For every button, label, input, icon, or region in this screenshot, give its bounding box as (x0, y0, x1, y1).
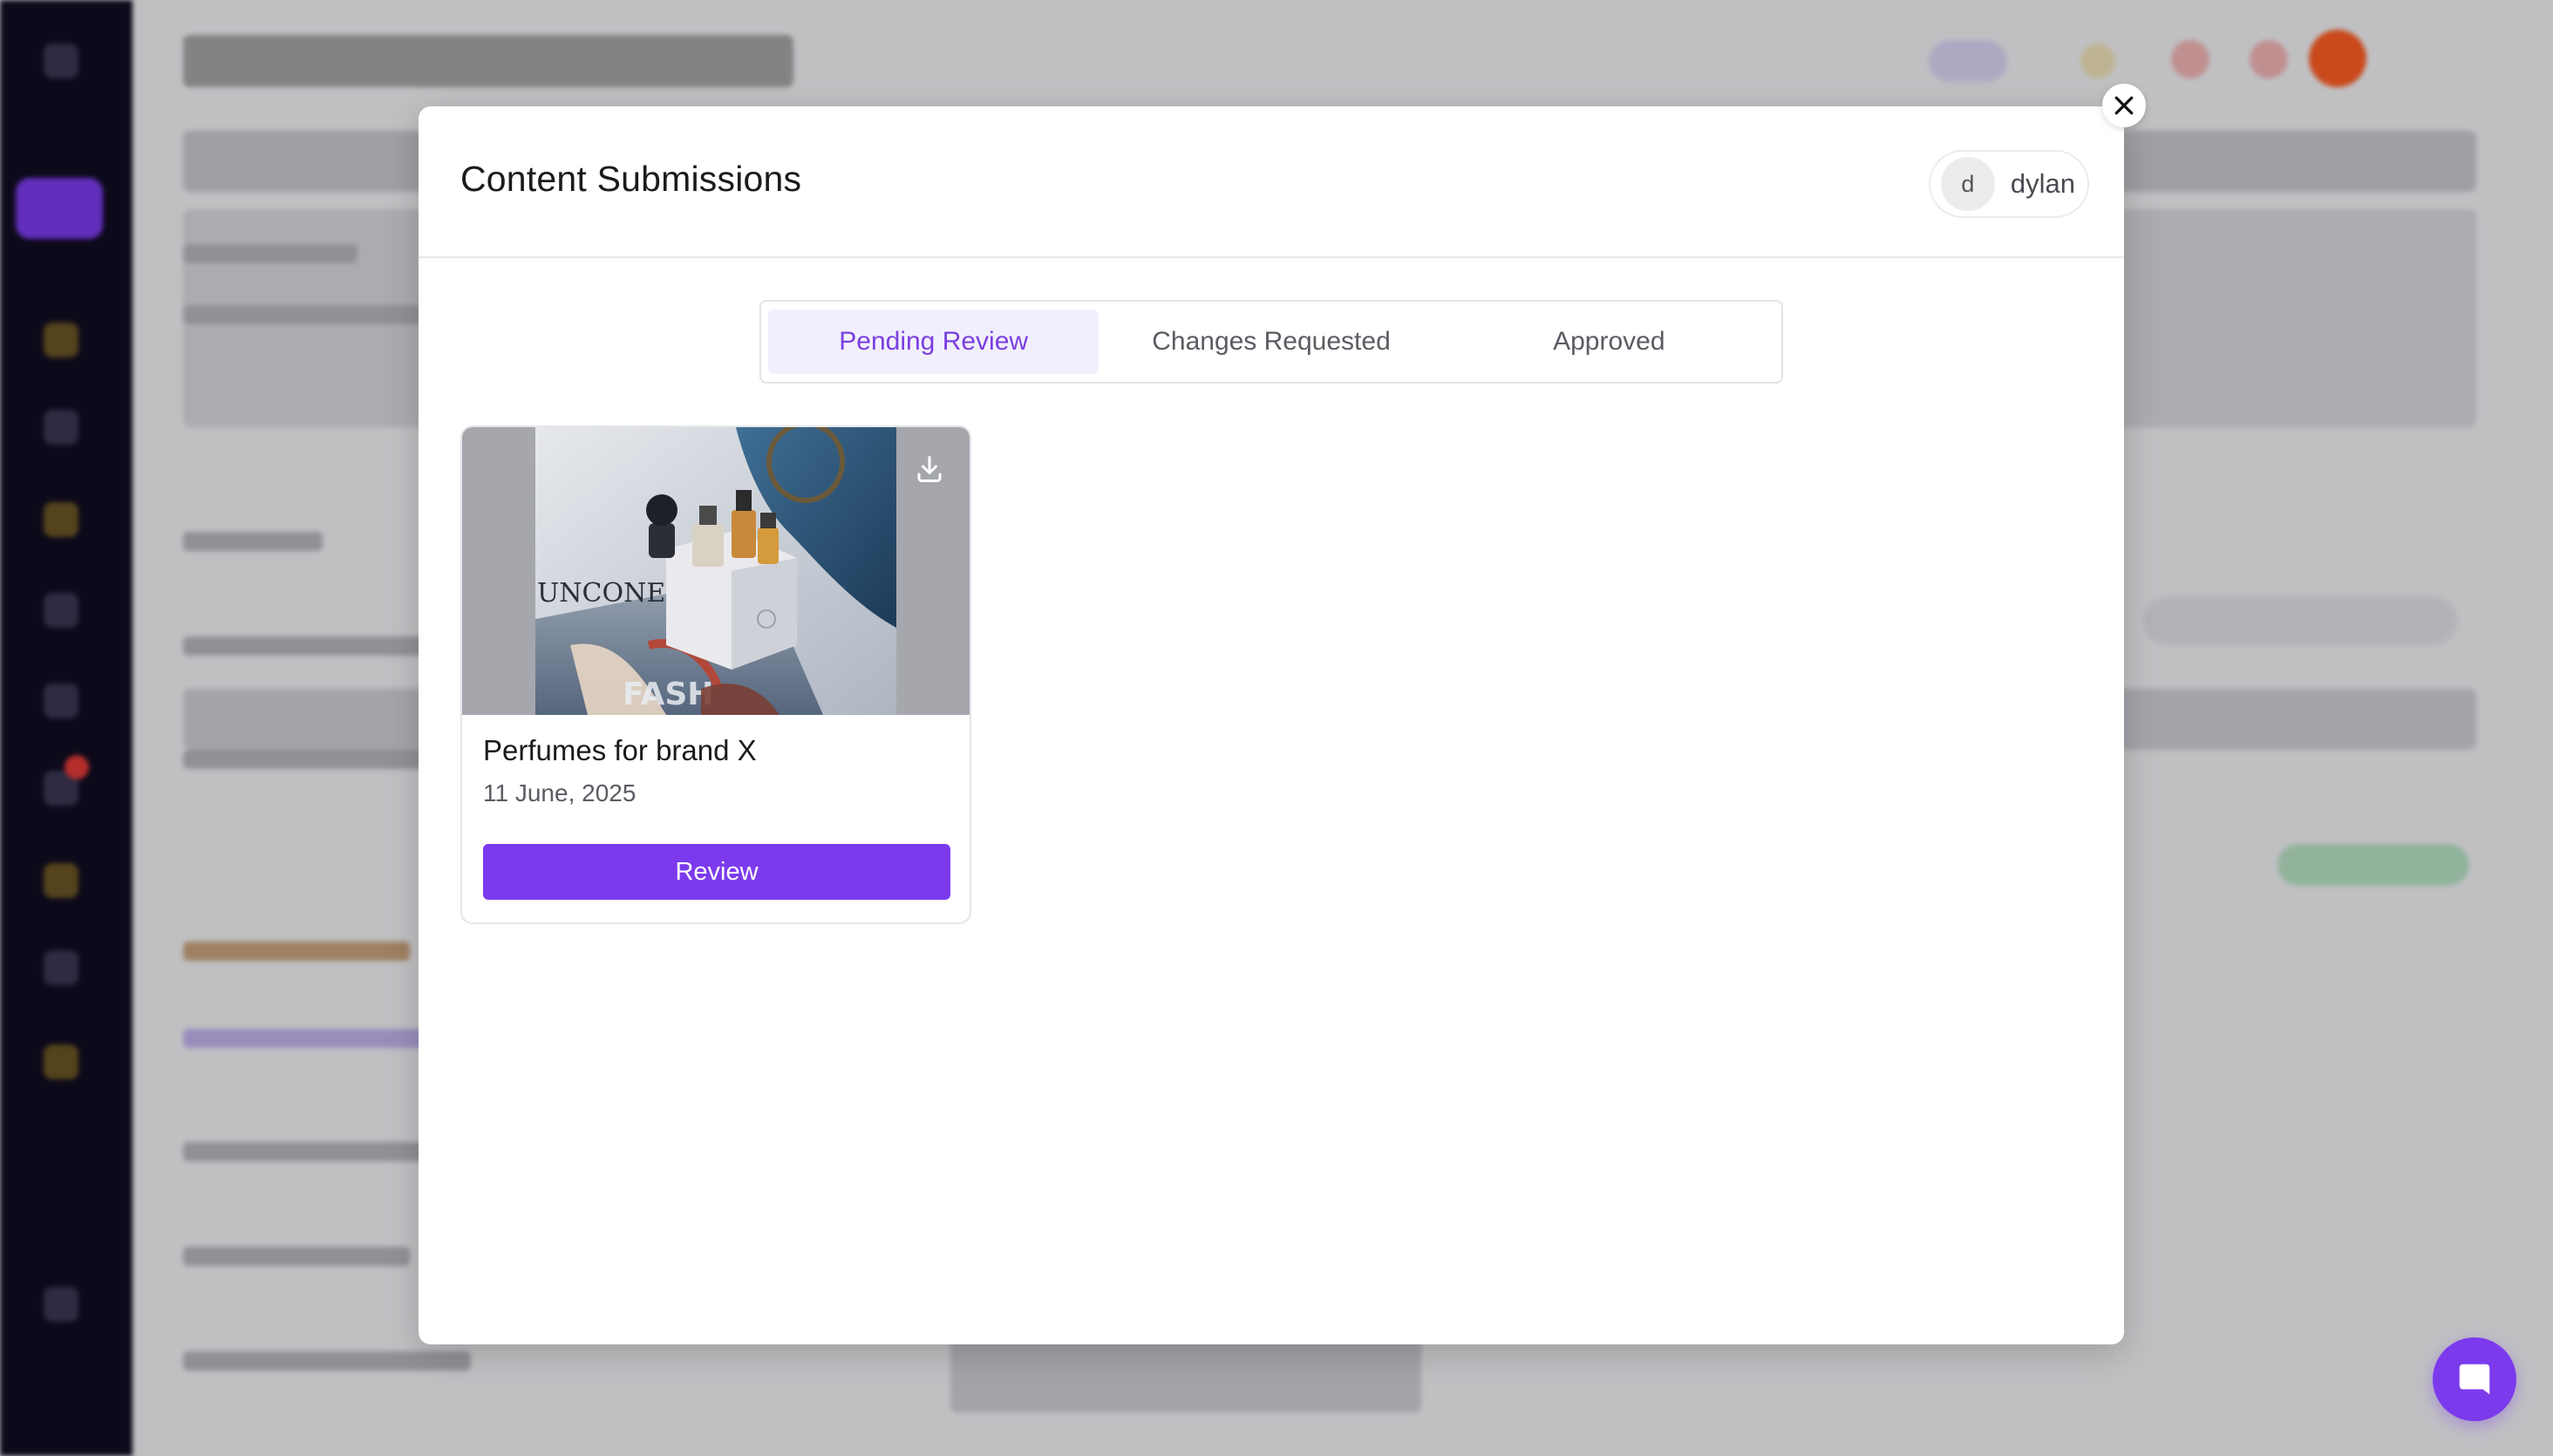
chat-bubble-icon (2459, 1364, 2490, 1395)
submission-card: UNCONE FASH Perfumes for brand X 11 June… (460, 425, 971, 924)
chat-launcher-button[interactable] (2433, 1337, 2516, 1421)
user-chip: d dylan (1928, 150, 2089, 218)
submission-card-body: Perfumes for brand X 11 June, 2025 Revie… (462, 715, 970, 900)
download-icon (917, 456, 942, 482)
download-button[interactable] (907, 446, 952, 492)
user-avatar: d (1940, 157, 1995, 211)
tab-changes-requested[interactable]: Changes Requested (1106, 310, 1436, 374)
close-icon (2114, 96, 2134, 115)
status-tabs: Pending Review Changes Requested Approve… (759, 300, 1783, 384)
modal-title: Content Submissions (460, 159, 802, 199)
review-button[interactable]: Review (483, 844, 950, 900)
tab-pending-review[interactable]: Pending Review (768, 310, 1099, 374)
svg-text:FASH: FASH (623, 677, 713, 712)
perfume-bottles-photo: UNCONE FASH (535, 427, 896, 715)
tab-approved[interactable]: Approved (1444, 310, 1774, 374)
submission-thumbnail: UNCONE FASH (462, 427, 970, 715)
modal-header: Content Submissions d dylan (419, 106, 2124, 258)
close-modal-button[interactable] (2102, 84, 2146, 127)
submission-title: Perfumes for brand X (483, 734, 757, 766)
submission-date: 11 June, 2025 (483, 779, 637, 806)
content-submissions-modal: Content Submissions d dylan Pending Revi… (419, 106, 2124, 1344)
user-name: dylan (2010, 168, 2075, 199)
svg-text:UNCONE: UNCONE (537, 578, 665, 609)
